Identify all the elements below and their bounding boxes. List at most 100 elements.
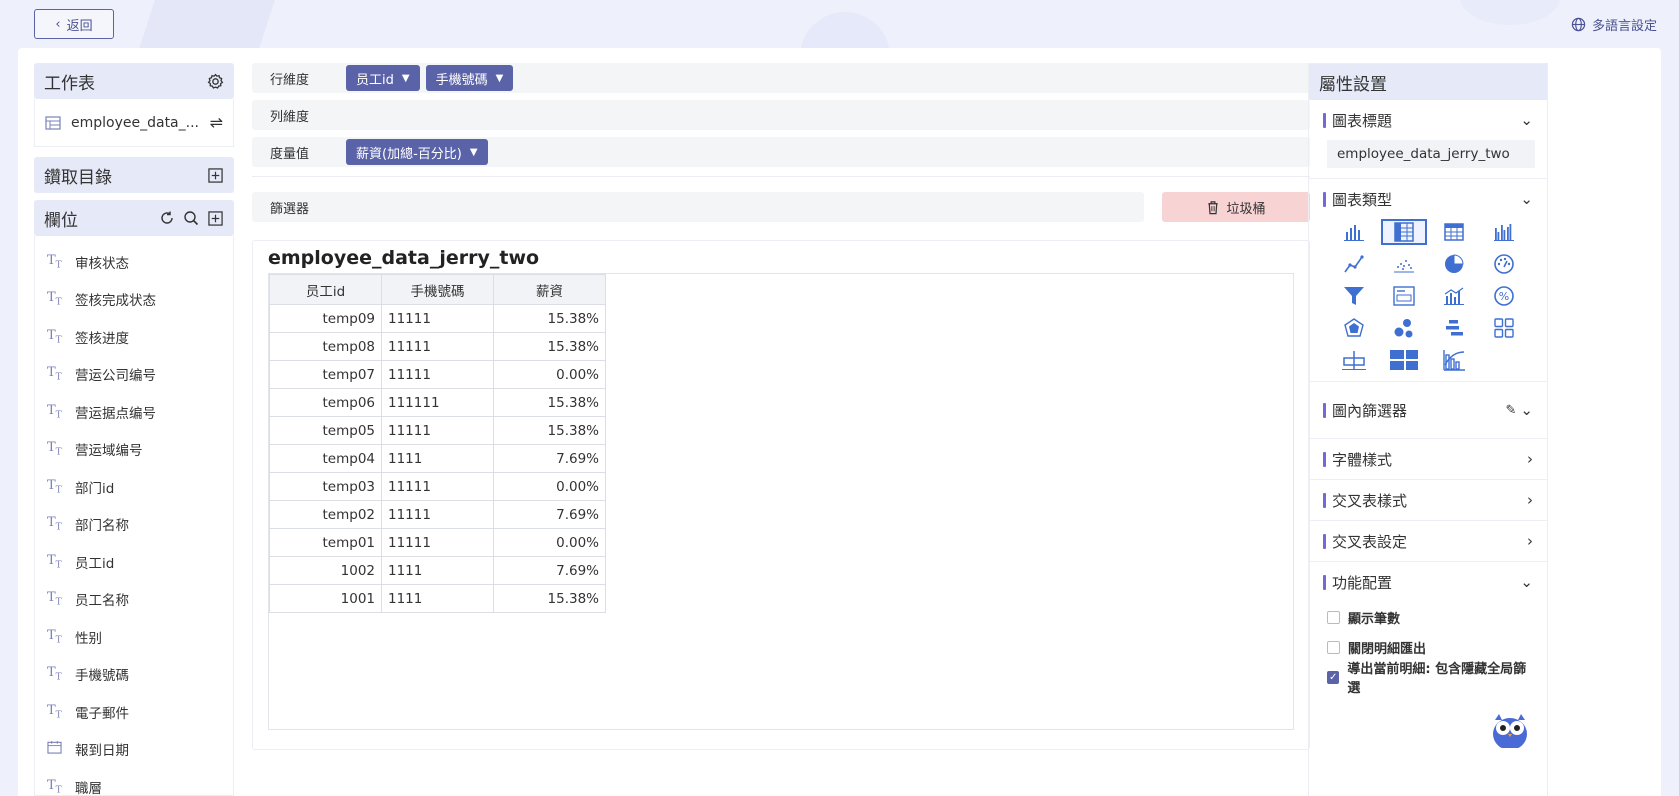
gauge-chart-icon[interactable] bbox=[1481, 251, 1527, 277]
table-cell[interactable]: temp08 bbox=[269, 332, 382, 361]
section-header[interactable]: 圖表標題 ⌄ bbox=[1309, 100, 1547, 140]
measure-chip-salary[interactable]: 薪資(加總-百分比) ▼ bbox=[346, 139, 488, 165]
table-cell[interactable]: 1111 bbox=[381, 444, 494, 473]
field-item[interactable]: TT 员工名称 bbox=[35, 581, 233, 619]
line-chart-icon[interactable] bbox=[1331, 251, 1377, 277]
add-box-icon[interactable] bbox=[206, 166, 224, 184]
table-cell[interactable]: 1001 bbox=[269, 584, 382, 613]
table-cell[interactable]: 0.00% bbox=[493, 472, 606, 501]
table-cell[interactable]: 11111 bbox=[381, 528, 494, 557]
refresh-icon[interactable] bbox=[158, 209, 176, 227]
combo-chart-icon[interactable] bbox=[1431, 283, 1477, 309]
field-item[interactable]: TT 電子郵件 bbox=[35, 693, 233, 731]
field-item[interactable]: TT 職層 bbox=[35, 768, 233, 795]
radar-chart-icon[interactable] bbox=[1331, 315, 1377, 341]
column-header[interactable]: 员工id bbox=[269, 274, 382, 305]
row-chip-employee-id[interactable]: 员工id ▼ bbox=[346, 65, 420, 91]
field-item[interactable]: TT 营运据点编号 bbox=[35, 393, 233, 431]
row-dimension-zone[interactable]: 行維度 员工id ▼ 手機號碼 ▼ bbox=[252, 63, 1310, 93]
field-item[interactable]: TT 手機號碼 bbox=[35, 656, 233, 694]
treemap-chart-icon[interactable] bbox=[1381, 347, 1427, 373]
section-header[interactable]: 交叉表設定 › bbox=[1309, 521, 1547, 561]
boxplot-chart-icon[interactable] bbox=[1331, 347, 1377, 373]
table-cell[interactable]: 0.00% bbox=[493, 528, 606, 557]
section-header[interactable]: 字體樣式 › bbox=[1309, 439, 1547, 479]
checkbox-checked[interactable]: ✓ bbox=[1327, 670, 1340, 684]
option-export-current-detail[interactable]: ✓ 導出當前明細: 包含隱藏全局篩選 bbox=[1309, 662, 1547, 696]
percent-chart-icon[interactable]: % bbox=[1481, 283, 1527, 309]
table-cell[interactable]: 11111 bbox=[381, 332, 494, 361]
table-cell[interactable]: 11111 bbox=[381, 472, 494, 501]
table-cell[interactable]: 1111 bbox=[381, 584, 494, 613]
edit-icon[interactable]: ✎ bbox=[1506, 403, 1517, 418]
column-header[interactable]: 手機號碼 bbox=[381, 274, 494, 305]
gear-icon[interactable] bbox=[206, 72, 224, 90]
section-header[interactable]: 圖內篩選器 ✎ ⌄ bbox=[1309, 382, 1547, 438]
field-item[interactable]: TT 部门id bbox=[35, 468, 233, 506]
filter-zone[interactable]: 篩選器 bbox=[252, 192, 1144, 222]
trash-zone[interactable]: 垃圾桶 bbox=[1162, 192, 1310, 222]
table-cell[interactable]: 15.38% bbox=[493, 332, 606, 361]
bar-chart-icon[interactable] bbox=[1331, 219, 1377, 245]
field-item[interactable]: TT 员工id bbox=[35, 543, 233, 581]
scatter-chart-icon[interactable] bbox=[1381, 251, 1427, 277]
pie-chart-icon[interactable] bbox=[1431, 251, 1477, 277]
assistant-owl-icon[interactable] bbox=[1490, 708, 1530, 750]
table-cell[interactable]: 7.69% bbox=[493, 444, 606, 473]
table-cell[interactable]: temp05 bbox=[269, 416, 382, 445]
chart-title-input[interactable] bbox=[1327, 140, 1535, 168]
search-icon[interactable] bbox=[182, 209, 200, 227]
option-show-count[interactable]: 顯示筆數 bbox=[1309, 602, 1547, 632]
section-header[interactable]: 交叉表樣式 › bbox=[1309, 480, 1547, 520]
table-cell[interactable]: 15.38% bbox=[493, 388, 606, 417]
table-cell[interactable]: 15.38% bbox=[493, 304, 606, 333]
checkbox[interactable] bbox=[1327, 640, 1340, 654]
section-header[interactable]: 功能配置 ⌄ bbox=[1309, 562, 1547, 602]
table-cell[interactable]: temp09 bbox=[269, 304, 382, 333]
field-item[interactable]: TT 审核状态 bbox=[35, 243, 233, 281]
table-cell[interactable]: temp02 bbox=[269, 500, 382, 529]
table-cell[interactable]: 11111 bbox=[381, 500, 494, 529]
field-item[interactable]: TT 签核进度 bbox=[35, 318, 233, 356]
field-item[interactable]: TT 性别 bbox=[35, 618, 233, 656]
table-cell[interactable]: 7.69% bbox=[493, 500, 606, 529]
table-cell[interactable]: 1111 bbox=[381, 556, 494, 585]
table-cell[interactable]: 1002 bbox=[269, 556, 382, 585]
table-cell[interactable]: 15.38% bbox=[493, 584, 606, 613]
back-button[interactable]: ‹ 返回 bbox=[34, 9, 114, 39]
column-header[interactable]: 薪資 bbox=[493, 274, 606, 305]
table-cell[interactable]: temp01 bbox=[269, 528, 382, 557]
table-cell[interactable]: 11111 bbox=[381, 416, 494, 445]
grouped-bar-icon[interactable] bbox=[1481, 219, 1527, 245]
card-grid-icon[interactable] bbox=[1481, 315, 1527, 341]
kpi-card-icon[interactable] bbox=[1381, 283, 1427, 309]
table-cell[interactable]: 0.00% bbox=[493, 360, 606, 389]
field-item[interactable]: TT 签核完成状态 bbox=[35, 281, 233, 319]
field-item[interactable]: TT 营运公司编号 bbox=[35, 356, 233, 394]
pareto-chart-icon[interactable] bbox=[1431, 347, 1477, 373]
switch-icon[interactable]: ⇌ bbox=[210, 113, 223, 132]
gantt-chart-icon[interactable] bbox=[1431, 315, 1477, 341]
field-item[interactable]: TT 营运域编号 bbox=[35, 431, 233, 469]
table-cell[interactable]: 7.69% bbox=[493, 556, 606, 585]
table-cell[interactable]: 11111 bbox=[381, 304, 494, 333]
table-cell[interactable]: 15.38% bbox=[493, 416, 606, 445]
add-box-icon[interactable] bbox=[206, 209, 224, 227]
measure-zone[interactable]: 度量值 薪資(加總-百分比) ▼ bbox=[252, 137, 1310, 167]
table-cell[interactable]: 111111 bbox=[381, 388, 494, 417]
worksheet-item[interactable]: employee_data_... ⇌ bbox=[34, 99, 234, 147]
table-cell[interactable]: temp07 bbox=[269, 360, 382, 389]
table-cell[interactable]: temp03 bbox=[269, 472, 382, 501]
field-item[interactable]: TT 部门名称 bbox=[35, 506, 233, 544]
field-item[interactable]: 報到日期 bbox=[35, 731, 233, 769]
table-cell[interactable]: temp04 bbox=[269, 444, 382, 473]
bubble-chart-icon[interactable] bbox=[1381, 315, 1427, 341]
column-dimension-zone[interactable]: 列維度 bbox=[252, 100, 1310, 130]
table-cell[interactable]: 11111 bbox=[381, 360, 494, 389]
table-chart-icon[interactable] bbox=[1431, 219, 1477, 245]
table-cell[interactable]: temp06 bbox=[269, 388, 382, 417]
row-chip-phone[interactable]: 手機號碼 ▼ bbox=[425, 65, 514, 91]
section-header[interactable]: 圖表類型 ⌄ bbox=[1309, 179, 1547, 219]
checkbox[interactable] bbox=[1327, 610, 1340, 624]
language-setting[interactable]: 多語言設定 bbox=[1571, 15, 1657, 34]
